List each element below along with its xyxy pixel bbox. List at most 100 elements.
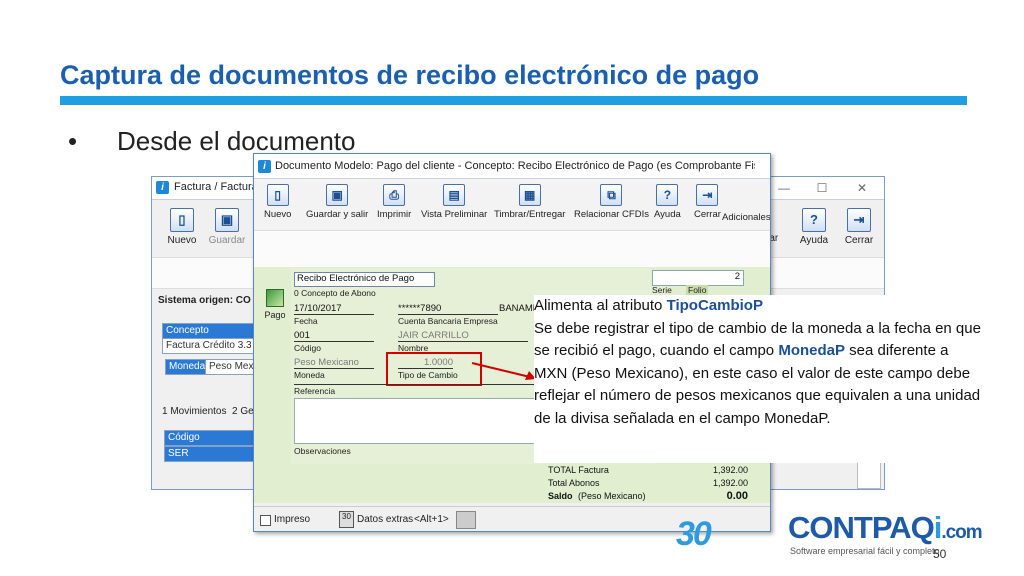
tool-icon[interactable] bbox=[456, 511, 476, 529]
tipo-cambio-highlight-box bbox=[386, 352, 482, 386]
cerrar-label: Cerrar bbox=[844, 235, 874, 246]
guardar-button[interactable]: ▣ Guardar bbox=[204, 208, 250, 246]
save-icon: ▣ bbox=[215, 208, 239, 232]
close-window-button[interactable]: ✕ bbox=[842, 180, 882, 196]
nuevo-button[interactable]: ▯ Nuevo bbox=[264, 184, 291, 220]
callout-keyword-tipocambiop: TipoCambioP bbox=[666, 297, 763, 314]
impreso-checkbox[interactable] bbox=[260, 515, 271, 526]
stamp-icon: ▦ bbox=[518, 184, 541, 206]
anniversary-logo: 30 bbox=[676, 515, 712, 553]
pago-toolbar: ▯ Nuevo ▣ Guardar y salir ⎙ Imprimir ▤ V… bbox=[254, 179, 770, 229]
fecha-label: Fecha bbox=[294, 316, 318, 326]
sistema-origen-label: Sistema origen: CO bbox=[158, 295, 251, 306]
pago-blank-band bbox=[254, 230, 770, 268]
ayuda-button[interactable]: ? Ayuda bbox=[791, 208, 837, 246]
referencia-label: Referencia bbox=[294, 386, 336, 396]
folio-value: 2 bbox=[734, 271, 740, 282]
relacionar-cfdis-label: Relacionar CFDIs bbox=[574, 209, 649, 220]
saldo-label: Saldo bbox=[548, 491, 573, 501]
ayuda-button[interactable]: ? Ayuda bbox=[654, 184, 681, 220]
serie-label: Serie bbox=[652, 285, 672, 295]
total-factura-label: TOTAL Factura bbox=[548, 465, 609, 475]
cerrar-button[interactable]: ⇥ Cerrar bbox=[836, 208, 882, 246]
timbrar-entregar-label: Timbrar/Entregar bbox=[494, 209, 566, 220]
title-underline-bar bbox=[60, 96, 967, 105]
concepto-label: 0 Concepto de Abono bbox=[294, 288, 376, 298]
ayuda-label: Ayuda bbox=[654, 209, 681, 220]
maximize-button[interactable]: ☐ bbox=[802, 180, 842, 196]
timbrar-entregar-button[interactable]: ▦ Timbrar/Entregar bbox=[494, 184, 565, 220]
slide-title: Captura de documentos de recibo electrón… bbox=[60, 60, 760, 90]
contpaqi-logo-dotcom: .com bbox=[941, 522, 982, 543]
concepto-field[interactable]: Recibo Electrónico de Pago bbox=[294, 272, 435, 287]
concepto-label-field: Concepto bbox=[162, 323, 257, 339]
datos-extras-hint: <Alt+1> bbox=[414, 514, 449, 525]
cerrar-button[interactable]: ⇥ Cerrar bbox=[694, 184, 721, 220]
total-abonos-value: 1,392.00 bbox=[712, 478, 748, 488]
folio-label: Folio bbox=[686, 285, 709, 295]
totals-panel: TOTAL Factura 1,392.00 Total Abonos 1,39… bbox=[540, 463, 766, 503]
app-info-icon: i bbox=[156, 181, 169, 194]
nombre-field[interactable]: JAIR CARRILLO bbox=[398, 330, 528, 342]
moneda-field[interactable]: Peso Mexicano bbox=[294, 357, 374, 369]
close-door-icon: ⇥ bbox=[696, 184, 719, 206]
contpaqi-logo-main: CONTPAQ bbox=[788, 510, 935, 545]
cuenta-bancaria-field[interactable]: ******7890 bbox=[398, 303, 498, 315]
bullet-marker: • bbox=[68, 126, 78, 156]
concepto-value-field[interactable]: Factura Crédito 3.3 bbox=[162, 338, 257, 354]
total-abonos-label: Total Abonos bbox=[548, 478, 600, 488]
app-info-icon: i bbox=[258, 160, 271, 173]
factura-window-title: Factura / Factura bbox=[174, 181, 258, 193]
fecha-field[interactable]: 17/10/2017 bbox=[294, 303, 374, 315]
imprimir-button[interactable]: ⎙ Imprimir bbox=[377, 184, 411, 220]
callout-box: Alimenta al atributo TipoCambioP Se debe… bbox=[534, 295, 984, 463]
impreso-label: Impreso bbox=[274, 514, 311, 525]
callout-body: Se debe registrar el tipo de cambio de l… bbox=[534, 318, 984, 431]
datos-extras-icon[interactable]: 30 bbox=[339, 511, 354, 528]
moneda-label-field: Moneda bbox=[165, 359, 206, 375]
moneda-value-field[interactable]: Peso Mexi bbox=[205, 359, 256, 375]
folio-number-field[interactable]: 2 bbox=[652, 270, 744, 286]
tab-movimientos[interactable]: 1 Movimientos bbox=[162, 406, 226, 417]
close-door-icon: ⇥ bbox=[847, 208, 871, 232]
guardar-label: Guardar bbox=[208, 235, 246, 246]
cerrar-label: Cerrar bbox=[694, 209, 721, 220]
pago-window-title: Documento Modelo: Pago del cliente - Con… bbox=[275, 160, 755, 172]
guardar-salir-button[interactable]: ▣ Guardar y salir bbox=[306, 184, 368, 220]
adicionales-button[interactable]: Adicionales bbox=[722, 212, 770, 223]
observaciones-textarea[interactable] bbox=[294, 398, 536, 444]
pago-side-tab[interactable]: Pago bbox=[261, 289, 289, 320]
imprimir-label: Imprimir bbox=[377, 209, 412, 220]
help-icon: ? bbox=[656, 184, 679, 206]
grid-row-ser[interactable]: SER bbox=[164, 446, 257, 462]
pago-window-titlebar: i Documento Modelo: Pago del cliente - C… bbox=[254, 154, 770, 179]
relacionar-cfdis-button[interactable]: ⧉ Relacionar CFDIs bbox=[574, 184, 649, 220]
callout-keyword-monedap: MonedaP bbox=[778, 342, 846, 359]
observaciones-label: Observaciones bbox=[294, 446, 351, 456]
nuevo-button[interactable]: ▯ Nuevo bbox=[159, 208, 205, 246]
saldo-value: 0.00 bbox=[726, 490, 748, 502]
pago-side-label: Pago bbox=[264, 310, 286, 320]
grid-header-codigo: Código bbox=[164, 430, 257, 446]
saldo-currency-label: (Peso Mexicano) bbox=[578, 491, 646, 501]
tab-generales[interactable]: 2 Ge bbox=[232, 406, 254, 417]
vista-preliminar-button[interactable]: ▤ Vista Preliminar bbox=[421, 184, 487, 220]
total-factura-value: 1,392.00 bbox=[712, 465, 748, 475]
datos-extras-label: Datos extras bbox=[357, 514, 414, 525]
guardar-salir-label: Guardar y salir bbox=[306, 209, 369, 220]
print-icon: ⎙ bbox=[383, 184, 406, 206]
preview-icon: ▤ bbox=[443, 184, 466, 206]
pointer-arrow bbox=[471, 362, 536, 380]
vista-preliminar-label: Vista Preliminar bbox=[421, 209, 488, 220]
save-icon: ▣ bbox=[326, 184, 349, 206]
new-doc-icon: ▯ bbox=[266, 184, 289, 206]
codigo-label: Código bbox=[294, 343, 321, 353]
pago-chart-icon bbox=[266, 289, 284, 307]
codigo-field[interactable]: 001 bbox=[294, 330, 374, 342]
relate-icon: ⧉ bbox=[600, 184, 623, 206]
cuenta-bancaria-label: Cuenta Bancaria Empresa bbox=[398, 316, 498, 326]
brand-tagline: Software empresarial fácil y completo bbox=[790, 546, 940, 556]
ayuda-label: Ayuda bbox=[799, 235, 829, 246]
help-icon: ? bbox=[802, 208, 826, 232]
contpaqi-logo: CONTPAQi.com bbox=[788, 510, 983, 546]
